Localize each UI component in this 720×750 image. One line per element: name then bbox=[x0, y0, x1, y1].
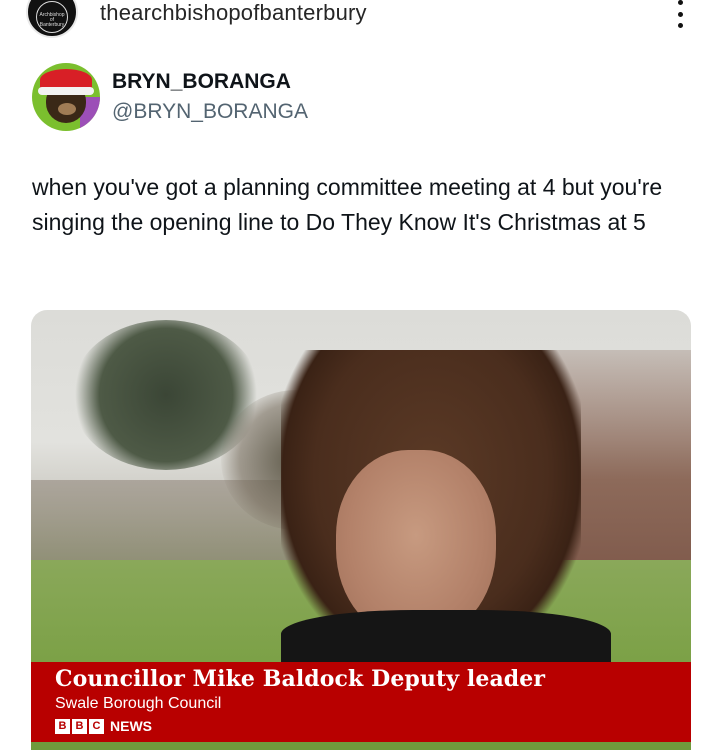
logo-news-text: NEWS bbox=[110, 718, 152, 734]
caption-title: Councillor Mike Baldock Deputy leader bbox=[55, 666, 546, 692]
tweet-avatar bbox=[32, 63, 100, 131]
tweet-display-name: BRYN_BORANGA bbox=[112, 70, 291, 93]
crest-icon: Archbishop of Banterbury bbox=[36, 1, 68, 33]
logo-letter: B bbox=[55, 718, 70, 734]
caption-subtitle: Swale Borough Council bbox=[55, 695, 222, 712]
more-vertical-icon[interactable] bbox=[670, 0, 690, 28]
news-caption: Councillor Mike Baldock Deputy leader Sw… bbox=[31, 662, 691, 742]
post-username[interactable]: thearchbishopofbanterbury bbox=[100, 0, 367, 26]
tweet-handle: @BRYN_BORANGA bbox=[112, 100, 308, 123]
profile-avatar[interactable]: Archbishop of Banterbury bbox=[26, 0, 78, 38]
logo-letter: C bbox=[89, 718, 104, 734]
logo-letter: B bbox=[72, 718, 87, 734]
person-shirt bbox=[281, 610, 611, 670]
tweet-text: when you've got a planning committee mee… bbox=[32, 174, 663, 235]
bbc-news-logo: B B C NEWS bbox=[55, 718, 152, 734]
